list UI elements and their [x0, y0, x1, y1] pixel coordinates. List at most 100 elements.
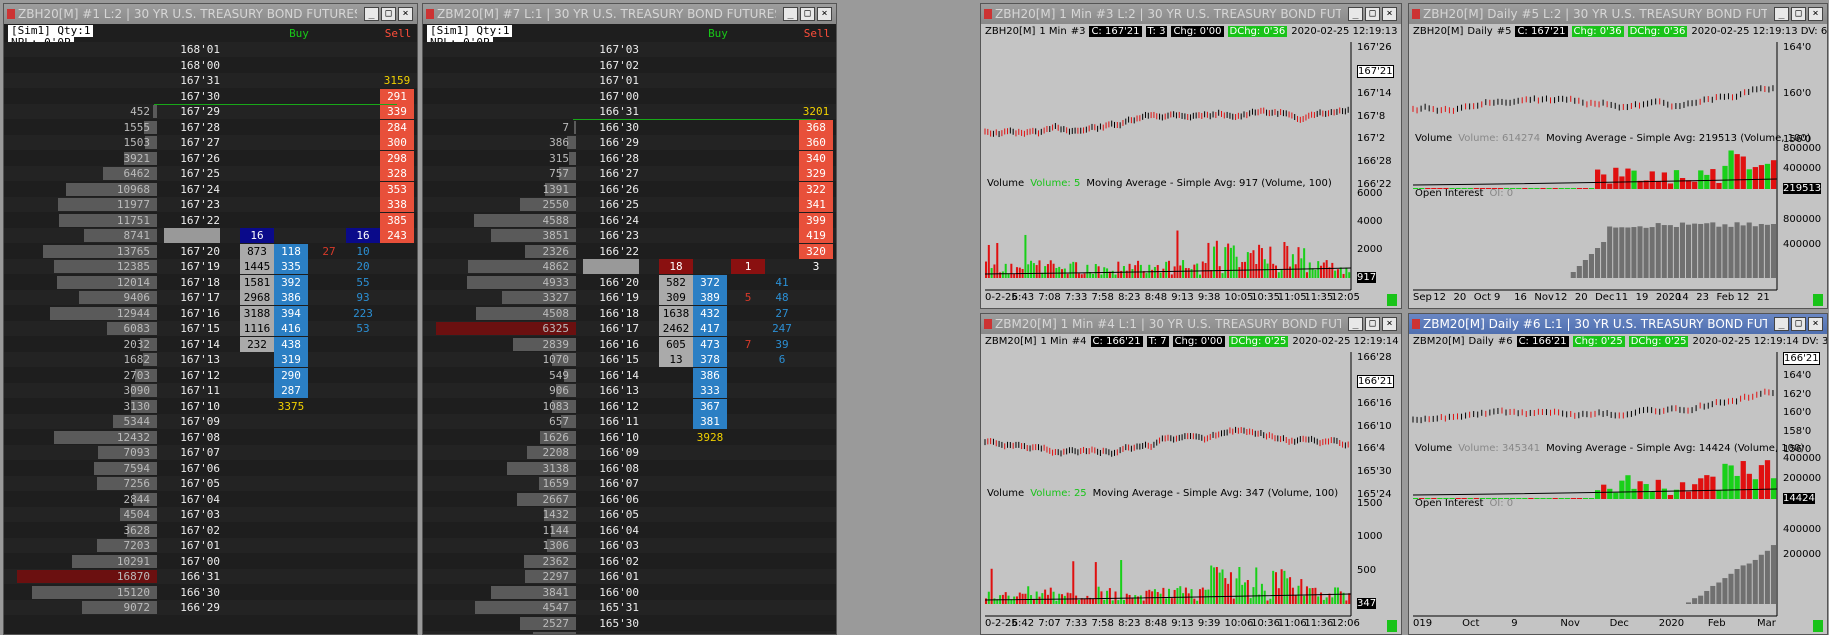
- price-cell[interactable]: 166'10: [583, 430, 639, 445]
- close-icon[interactable]: ×: [1808, 7, 1823, 21]
- dom-row[interactable]: 4588 166'24 399: [423, 212, 836, 228]
- price-cell[interactable]: 166'04: [583, 523, 639, 538]
- price-cell[interactable]: 166'11: [583, 414, 639, 429]
- dom-row[interactable]: 2032 167'14 232 438: [4, 336, 417, 352]
- dom-row[interactable]: 167'03: [423, 42, 836, 57]
- sell-qty-cell[interactable]: 320: [799, 243, 833, 259]
- dom-row[interactable]: 6462 167'25 328: [4, 166, 417, 181]
- dom1-ladder[interactable]: 168'01 168'00 167'31 3159 167'30 291 452 167'29…: [4, 42, 417, 634]
- price-cell[interactable]: 167'23: [164, 197, 220, 212]
- dom-row[interactable]: 1626 166'10 3928: [423, 430, 836, 445]
- dom-row[interactable]: 7203 167'01: [4, 538, 417, 553]
- dom-row[interactable]: 4504 167'03: [4, 507, 417, 522]
- dom-row[interactable]: 2839 166'16 605 473 7 39: [423, 336, 836, 352]
- chart-window-zbm20-daily[interactable]: ZBM20[M] Daily #6 L:1 | 30 YR U.S. TREAS…: [1408, 313, 1828, 635]
- dom-row[interactable]: 906 166'13 333: [423, 383, 836, 398]
- dom-row[interactable]: 6325 166'17 2462 417 247: [423, 321, 836, 336]
- chart-titlebar[interactable]: ZBM20[M] 1 Min #4 L:1 | 30 YR U.S. TREAS…: [981, 314, 1401, 334]
- price-cell[interactable]: 167'06: [164, 461, 220, 476]
- buy-qty-cell[interactable]: 394: [274, 305, 308, 321]
- maximize-icon[interactable]: □: [1365, 317, 1380, 331]
- sell-qty-cell[interactable]: 340: [799, 150, 833, 166]
- chart-titlebar[interactable]: ZBM20[M] Daily #6 L:1 | 30 YR U.S. TREAS…: [1409, 314, 1827, 334]
- dom-row[interactable]: 4933 166'20 582 372 41: [423, 274, 836, 290]
- dom-row[interactable]: 166'31 3201: [423, 104, 836, 119]
- price-cell[interactable]: 166'16: [583, 337, 639, 352]
- chart-plot[interactable]: [981, 314, 1401, 634]
- price-cell[interactable]: 167'16: [164, 306, 220, 321]
- price-cell[interactable]: 167'02: [583, 58, 639, 73]
- dom-row[interactable]: 2297 166'01: [423, 569, 836, 584]
- sell-qty-cell[interactable]: 368: [799, 119, 833, 135]
- maximize-icon[interactable]: □: [1365, 7, 1380, 21]
- price-cell[interactable]: 166'03: [583, 538, 639, 553]
- price-cell[interactable]: 167'18: [164, 275, 220, 290]
- sell-qty-cell[interactable]: 360: [799, 135, 833, 150]
- price-cell[interactable]: 166'08: [583, 461, 639, 476]
- dom-row[interactable]: 3851 166'23 419: [423, 228, 836, 243]
- sell-qty-cell[interactable]: 399: [799, 212, 833, 228]
- price-cell[interactable]: 167'22: [164, 213, 220, 228]
- dom-row[interactable]: 1959 165'29: [423, 631, 836, 634]
- dom2-titlebar[interactable]: ZBM20[M] #7 L:1 | 30 YR U.S. TREASURY BO…: [423, 4, 836, 24]
- buy-qty-cell[interactable]: 333: [693, 383, 727, 398]
- dom-row[interactable]: 4508 166'18 1638 432 27: [423, 305, 836, 321]
- chart-plot[interactable]: [1409, 4, 1827, 308]
- dom-row[interactable]: 1083 166'12 367: [423, 398, 836, 414]
- price-cell[interactable]: 166'27: [583, 166, 639, 181]
- dom-row[interactable]: 452 167'29 339: [4, 104, 417, 119]
- price-cell[interactable]: 166'24: [583, 213, 639, 228]
- price-cell[interactable]: 167'27: [164, 135, 220, 150]
- dom-row[interactable]: 3138 166'08: [423, 461, 836, 476]
- dom-row[interactable]: 3841 166'00: [423, 585, 836, 600]
- price-cell[interactable]: 167'24: [164, 182, 220, 197]
- dom1-buy-header[interactable]: Buy: [274, 26, 324, 42]
- dom-row[interactable]: 1503 167'27 300: [4, 135, 417, 150]
- close-icon[interactable]: ×: [1808, 317, 1823, 331]
- maximize-icon[interactable]: □: [1791, 317, 1806, 331]
- price-cell[interactable]: 167'17: [164, 290, 220, 305]
- sell-qty-cell[interactable]: 329: [799, 166, 833, 181]
- sell-qty-cell[interactable]: 243: [380, 228, 414, 243]
- price-cell[interactable]: 167'05: [164, 476, 220, 491]
- dom-row[interactable]: 12014 167'18 1581 392 55: [4, 274, 417, 290]
- dom-row[interactable]: 7594 167'06: [4, 461, 417, 476]
- dom-row[interactable]: 3327 166'19 309 389 5 48: [423, 290, 836, 305]
- price-cell[interactable]: 166'01: [583, 569, 639, 584]
- buy-qty-cell[interactable]: 378: [693, 352, 727, 367]
- price-cell[interactable]: 167'11: [164, 383, 220, 398]
- sell-qty-cell[interactable]: 3159: [380, 73, 414, 88]
- buy-qty-cell[interactable]: 389: [693, 290, 727, 305]
- dom-row[interactable]: 2667 166'06: [423, 492, 836, 507]
- price-cell[interactable]: 166'25: [583, 197, 639, 212]
- price-cell[interactable]: 166'31: [164, 569, 220, 584]
- dom-row[interactable]: 2844 167'04: [4, 492, 417, 507]
- sell-qty-cell[interactable]: 3201: [799, 104, 833, 119]
- price-cell[interactable]: 167'29: [164, 104, 220, 119]
- price-cell[interactable]: 167'08: [164, 430, 220, 445]
- price-cell[interactable]: 167'01: [164, 538, 220, 553]
- price-cell[interactable]: 166'29: [583, 135, 639, 150]
- dom-row[interactable]: 1144 166'04: [423, 523, 836, 538]
- price-cell[interactable]: 167'00: [164, 554, 220, 569]
- dom2-buy-header[interactable]: Buy: [693, 26, 743, 42]
- price-cell[interactable]: 168'00: [164, 58, 220, 73]
- price-cell[interactable]: 166'09: [583, 445, 639, 460]
- sell-qty-cell[interactable]: 284: [380, 119, 414, 135]
- dom1-sell-header[interactable]: Sell: [379, 26, 417, 42]
- dom-row[interactable]: 11977 167'23 338: [4, 197, 417, 212]
- buy-qty-cell[interactable]: 438: [274, 336, 308, 352]
- minimize-icon[interactable]: _: [364, 7, 379, 21]
- buy-qty-cell[interactable]: 372: [693, 274, 727, 290]
- dom-row[interactable]: 2362 166'02: [423, 554, 836, 569]
- sell-qty-cell[interactable]: 300: [380, 135, 414, 150]
- price-cell[interactable]: 167'01: [583, 73, 639, 88]
- sell-qty-cell[interactable]: 353: [380, 181, 414, 197]
- close-icon[interactable]: ×: [1382, 317, 1397, 331]
- price-cell[interactable]: 166'00: [583, 585, 639, 600]
- price-cell[interactable]: 166'30: [583, 120, 639, 135]
- dom-row[interactable]: 1682 167'13 319: [4, 352, 417, 367]
- sell-qty-cell[interactable]: 385: [380, 212, 414, 228]
- sell-qty-cell[interactable]: 322: [799, 181, 833, 197]
- minimize-icon[interactable]: _: [1348, 317, 1363, 331]
